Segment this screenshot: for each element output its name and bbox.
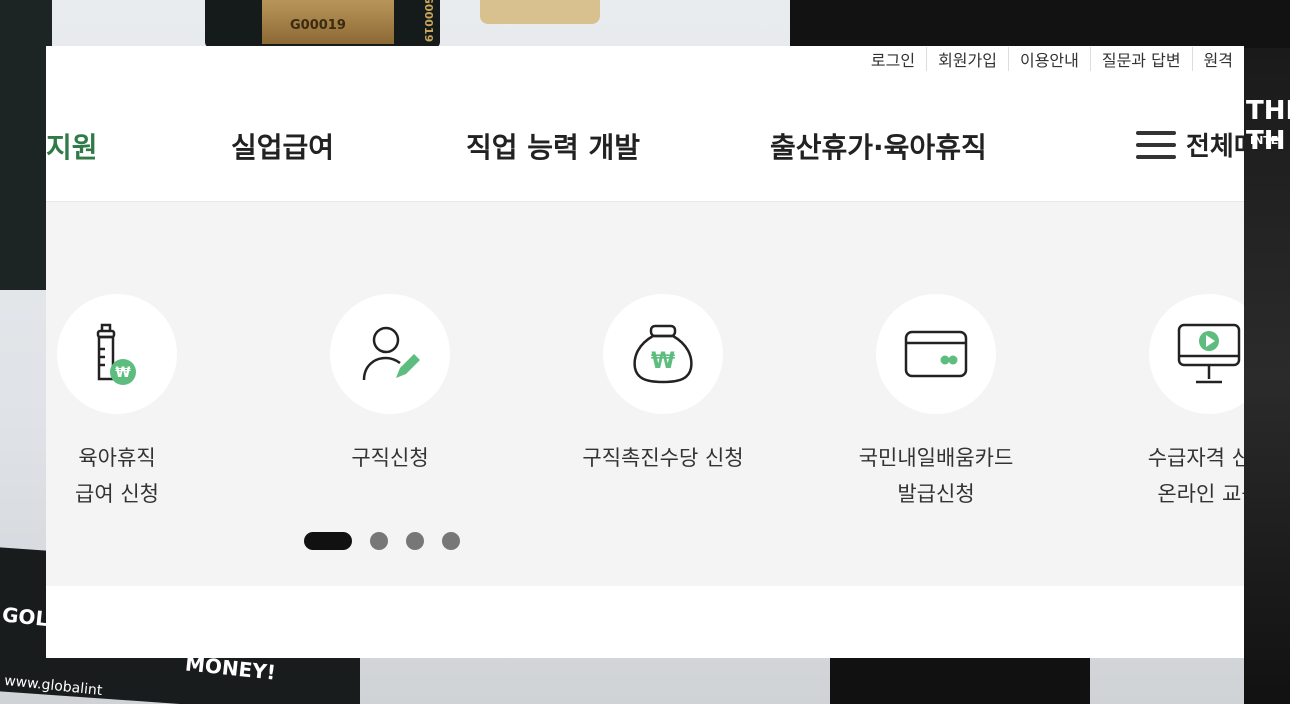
svg-text:₩: ₩ <box>115 365 131 381</box>
signup-link[interactable]: 회원가입 <box>926 47 1008 71</box>
bg-card-text-2: INTE <box>1250 134 1279 147</box>
bg-bar-serial: G00019 <box>290 18 346 33</box>
pager-dot-4[interactable] <box>442 532 460 550</box>
bg-dark-map-card <box>790 0 1290 48</box>
quick-item-job-application[interactable]: 구직신청 <box>270 294 510 476</box>
quick-item-label: 수급자격 신청 온라인 교육 <box>1147 446 1244 506</box>
login-link[interactable]: 로그인 <box>860 47 926 71</box>
remote-link[interactable]: 원격 <box>1191 47 1244 71</box>
pager-dot-1[interactable] <box>304 532 352 550</box>
qna-link[interactable]: 질문과 답변 <box>1089 47 1192 71</box>
utility-nav: 로그인 회원가입 이용안내 질문과 답변 원격 <box>860 46 1244 72</box>
baby-bottle-won-icon: ₩ <box>96 323 136 385</box>
quick-item-learning-card[interactable]: 국민내일배움카드 발급신청 <box>816 294 1056 512</box>
quick-item-parental-leave[interactable]: ₩ 육아휴직 급여 신청 <box>46 294 237 512</box>
quick-item-circle: ₩ <box>57 294 177 414</box>
pager-dot-3[interactable] <box>406 532 424 550</box>
quick-item-circle <box>1149 294 1244 414</box>
hamburger-icon <box>1136 130 1176 159</box>
quick-item-label: 구직신청 <box>351 446 429 470</box>
monitor-play-icon <box>1177 323 1241 384</box>
quick-item-circle: ₩ <box>603 294 723 414</box>
person-edit-icon <box>362 326 420 381</box>
all-menu-button[interactable]: 전체메 <box>1136 126 1244 163</box>
quick-menu: ₩ 육아휴직 급여 신청 구직신청 ₩ 구직촉진수당 신청 국민내일배움카드 발… <box>46 201 1244 586</box>
main-panel: 로그인 회원가입 이용안내 질문과 답변 원격 지원 실업급여 직업 능력 개발… <box>46 46 1244 658</box>
nav-item-job-training[interactable]: 직업 능력 개발 <box>466 126 640 166</box>
pager-dot-2[interactable] <box>370 532 388 550</box>
quick-item-circle <box>876 294 996 414</box>
quick-item-label: 육아휴직 급여 신청 <box>75 446 159 506</box>
quick-item-circle <box>330 294 450 414</box>
all-menu-label: 전체메 <box>1186 132 1244 162</box>
guide-link[interactable]: 이용안내 <box>1007 47 1090 71</box>
svg-text:₩: ₩ <box>651 349 675 374</box>
nav-item-maternity-leave[interactable]: 출산휴가·육아휴직 <box>770 126 987 166</box>
bg-gold-bar-small <box>480 0 600 24</box>
quick-item-label: 국민내일배움카드 발급신청 <box>858 446 1014 506</box>
nav-item-support[interactable]: 지원 <box>46 126 98 166</box>
money-bag-won-icon: ₩ <box>633 324 693 384</box>
bg-dark-card-bottom-right <box>830 655 1090 704</box>
carousel-pager <box>304 532 460 550</box>
nav-item-unemployment-benefit[interactable]: 실업급여 <box>231 126 334 166</box>
bg-gold-card-left <box>0 0 52 290</box>
main-nav: 지원 실업급여 직업 능력 개발 출산휴가·육아휴직 전체메 <box>46 104 1244 184</box>
quick-item-online-education[interactable]: 수급자격 신청 온라인 교육 <box>1089 294 1244 512</box>
bg-card-text: THE TH <box>1246 96 1290 156</box>
card-icon <box>904 330 968 378</box>
bg-bar-serial-2: G00019 <box>422 0 436 43</box>
quick-item-job-allowance[interactable]: ₩ 구직촉진수당 신청 <box>543 294 783 476</box>
quick-item-label: 구직촉진수당 신청 <box>582 446 744 470</box>
